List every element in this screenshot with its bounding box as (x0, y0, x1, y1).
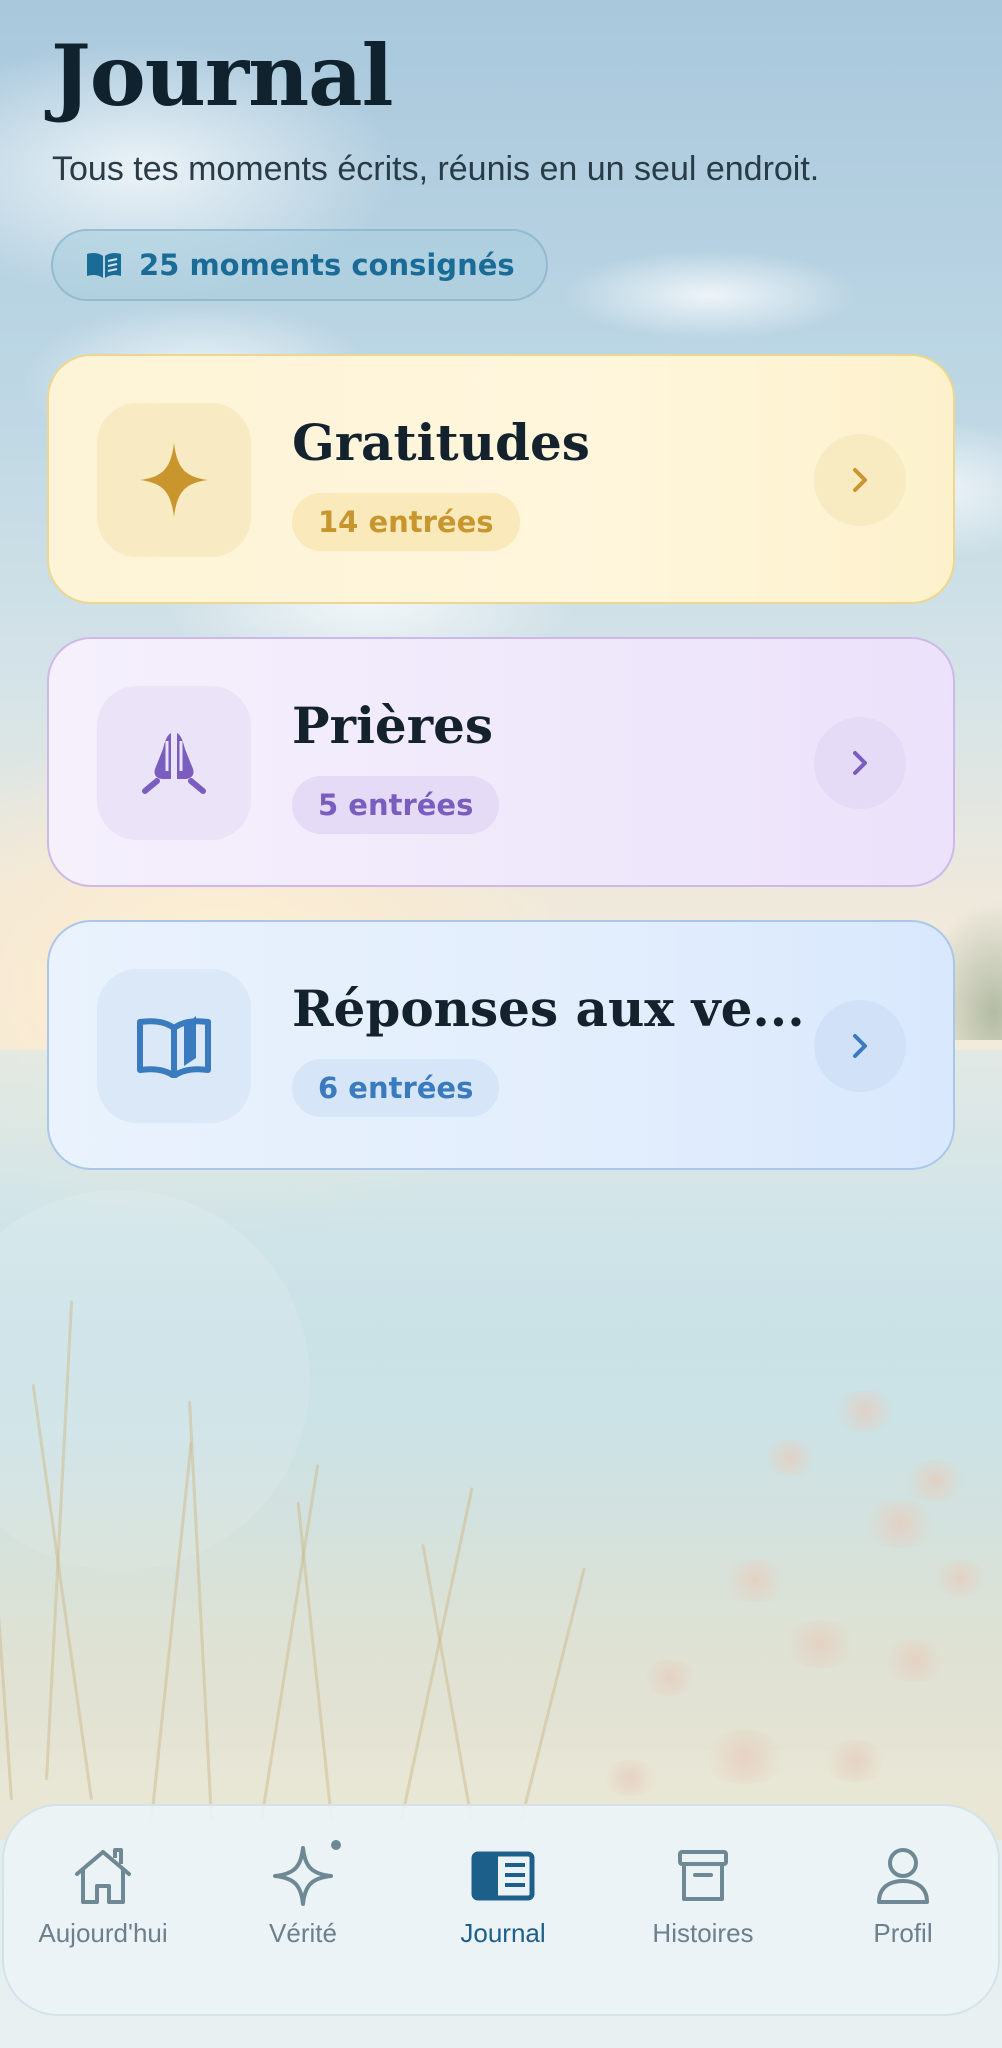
tab-label: Histoires (652, 1918, 754, 1948)
open-book-icon (137, 1016, 211, 1078)
entry-count-badge: 5 entrées (292, 776, 500, 834)
book-open-icon (87, 252, 121, 278)
category-icon-box (97, 403, 251, 557)
category-title: Prières (292, 696, 494, 755)
moments-count-label: 25 moments consignés (139, 248, 515, 282)
category-title: Gratitudes (292, 413, 590, 472)
tab-histoires[interactable]: Histoires (608, 1806, 798, 2018)
tab-label: Journal (460, 1918, 546, 1948)
journal-icon (471, 1851, 535, 1901)
tab-journal[interactable]: Journal (408, 1806, 598, 2018)
tab-label: Vérité (269, 1918, 337, 1948)
page-title: Journal (51, 26, 394, 125)
tab-label: Aujourd'hui (38, 1918, 168, 1948)
category-card-gratitudes[interactable]: Gratitudes 14 entrées (47, 354, 955, 604)
entry-count-badge: 14 entrées (292, 493, 520, 551)
moments-count-badge: 25 moments consignés (51, 229, 548, 301)
category-icon-box (97, 686, 251, 840)
archive-icon (678, 1850, 728, 1901)
tab-profil[interactable]: Profil (808, 1806, 998, 2018)
sparkle-icon (273, 1846, 333, 1906)
tab-label: Profil (873, 1918, 933, 1948)
category-card-reponses[interactable]: Réponses aux ve... 6 entrées (47, 920, 955, 1170)
home-icon (75, 1848, 131, 1904)
sparkle-icon (140, 443, 208, 517)
praying-hands-icon (142, 733, 206, 794)
category-card-prieres[interactable]: Prières 5 entrées (47, 637, 955, 887)
chevron-right-icon[interactable] (814, 434, 906, 526)
notification-dot (331, 1840, 341, 1850)
tab-verite[interactable]: Vérité (208, 1806, 398, 2018)
profile-icon (877, 1848, 929, 1904)
tab-aujourdhui[interactable]: Aujourd'hui (8, 1806, 198, 2018)
category-icon-box (97, 969, 251, 1123)
chevron-right-icon[interactable] (814, 717, 906, 809)
bottom-tab-bar: Aujourd'hui Vérité Journal Histoires Pro… (2, 1804, 1000, 2016)
category-title: Réponses aux ve... (292, 979, 805, 1038)
chevron-right-icon[interactable] (814, 1000, 906, 1092)
page-subtitle: Tous tes moments écrits, réunis en un se… (52, 150, 820, 188)
entry-count-badge: 6 entrées (292, 1059, 500, 1117)
